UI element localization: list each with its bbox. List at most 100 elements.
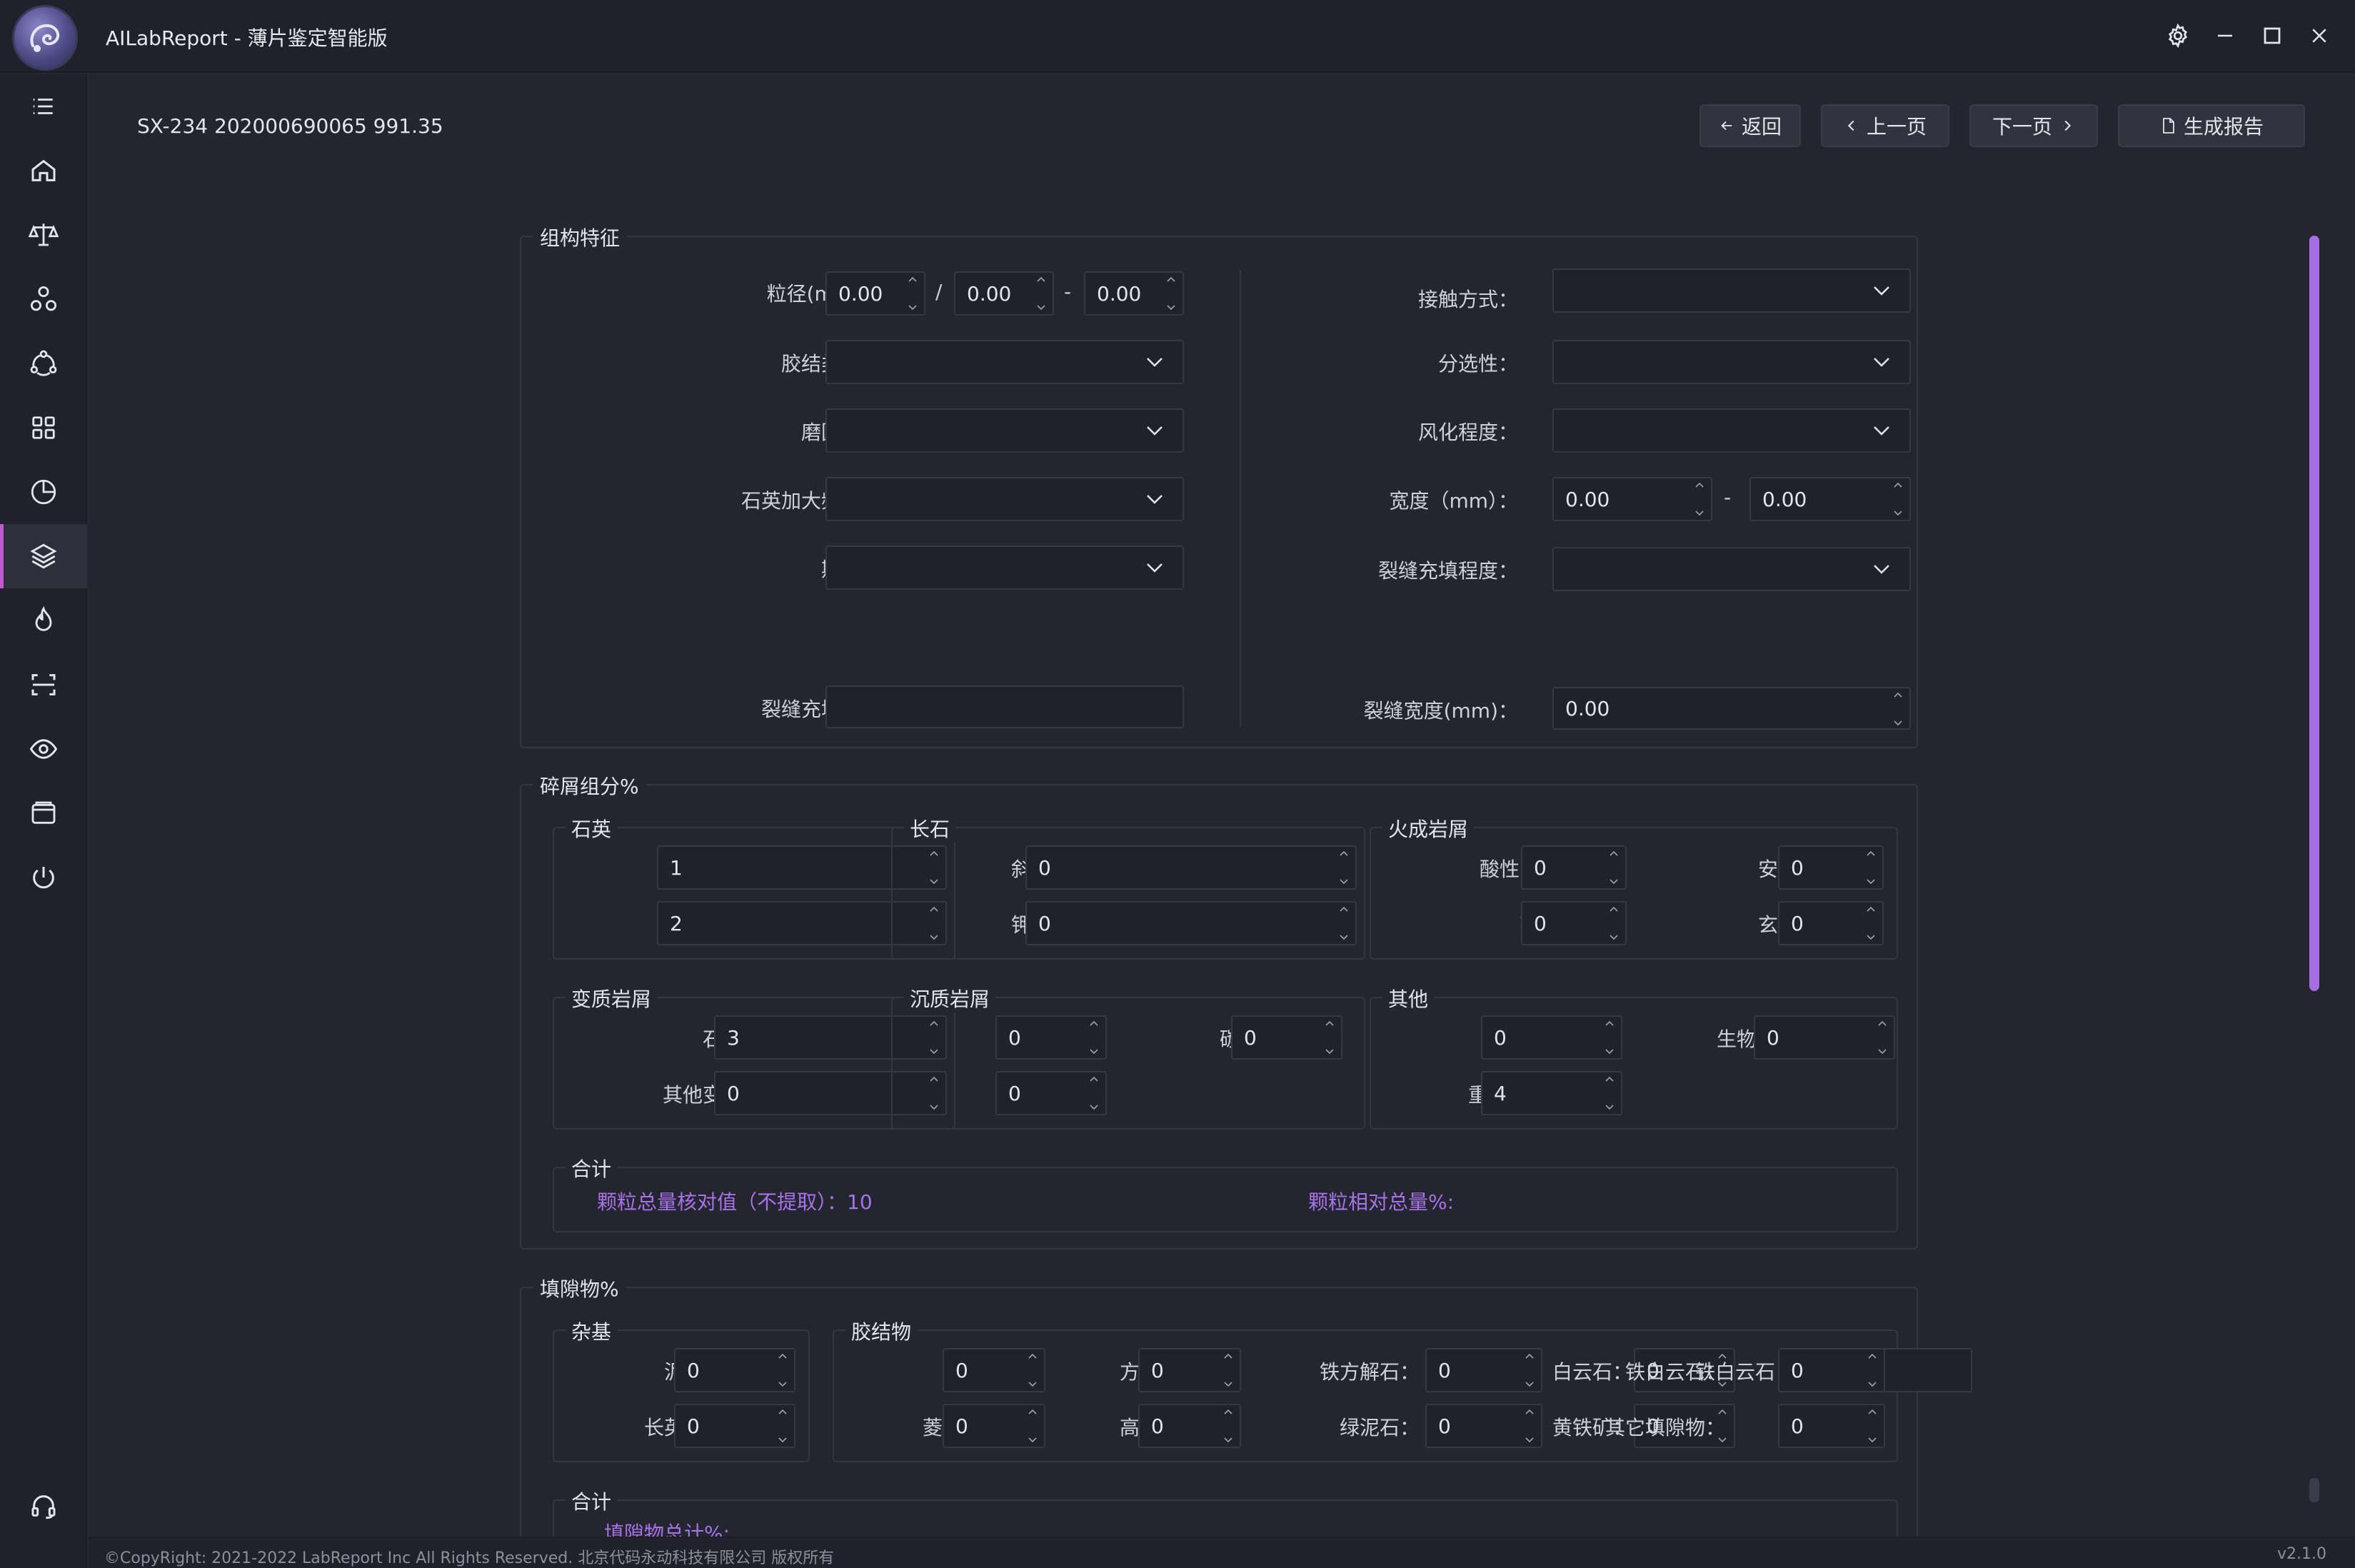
acidic-volcanic-input[interactable]: 0 xyxy=(1521,845,1627,890)
chevron-down-icon xyxy=(1147,495,1163,504)
stepper[interactable] xyxy=(1605,850,1622,885)
fracture-width-label: 裂缝宽度(mm)： xyxy=(1363,699,1518,723)
sedimentary-subgroup-title: 沉质岩屑 xyxy=(904,984,996,1012)
stepper[interactable] xyxy=(1605,905,1622,941)
kaolinite-input[interactable]: 0 xyxy=(1138,1404,1241,1448)
grain-size-max-input[interactable]: 0.00 xyxy=(1084,271,1184,316)
stepper[interactable] xyxy=(1163,276,1180,311)
heavy-mineral-input[interactable]: 4 xyxy=(1481,1071,1622,1115)
phase-select[interactable] xyxy=(825,546,1184,590)
stepper[interactable] xyxy=(1601,1075,1618,1111)
stepper[interactable] xyxy=(1033,276,1050,311)
stepper[interactable] xyxy=(1321,1020,1338,1055)
contact-mode-select[interactable] xyxy=(1552,268,1911,313)
headset-icon[interactable] xyxy=(0,1474,87,1538)
plagioclase-value: 0 xyxy=(1038,855,1051,880)
stepper[interactable] xyxy=(1862,905,1879,941)
felsic-input[interactable]: 0 xyxy=(674,1404,795,1448)
stepper[interactable] xyxy=(774,1352,791,1388)
folder-icon[interactable] xyxy=(0,781,87,845)
plagioclase-input[interactable]: 0 xyxy=(1025,845,1357,890)
stepper[interactable] xyxy=(1335,905,1352,941)
fracture-fill-degree-select[interactable] xyxy=(1552,547,1911,591)
sandstone-input[interactable]: 0 xyxy=(995,1071,1107,1115)
ankerite-value: 0 xyxy=(1791,1358,1804,1382)
stepper[interactable] xyxy=(904,276,921,311)
fracture-width-input[interactable]: 0.00 xyxy=(1552,687,1911,730)
quartzite-value: 3 xyxy=(727,1025,740,1050)
grain-size-mid-input[interactable]: 0.00 xyxy=(954,271,1054,316)
stepper[interactable] xyxy=(1864,1352,1881,1388)
stepper[interactable] xyxy=(1335,850,1352,885)
layers-icon[interactable] xyxy=(0,524,87,588)
basalt-input[interactable]: 0 xyxy=(1778,901,1884,945)
other-filler-value: 0 xyxy=(1791,1414,1804,1438)
andesite-input[interactable]: 0 xyxy=(1778,845,1884,890)
quartz-overgrowth-select[interactable] xyxy=(825,477,1184,521)
report-label: 生成报告 xyxy=(2183,115,2264,139)
eye-icon[interactable] xyxy=(0,717,87,781)
roundness-select[interactable] xyxy=(825,408,1184,453)
scrollbar-end[interactable] xyxy=(2309,1478,2319,1502)
stepper[interactable] xyxy=(1691,481,1708,517)
sorting-select[interactable] xyxy=(1552,340,1911,384)
grid-icon[interactable] xyxy=(0,396,87,460)
k-feldspar-input[interactable]: 0 xyxy=(1025,901,1357,945)
grain-size-min-input[interactable]: 0.00 xyxy=(825,271,925,316)
power-icon[interactable] xyxy=(0,845,87,910)
molecule-icon[interactable] xyxy=(0,267,87,331)
calcite-input[interactable]: 0 xyxy=(1138,1348,1241,1392)
other-filler-label: 其它填隙物： xyxy=(1605,1416,1725,1439)
granite-input[interactable]: 0 xyxy=(1521,901,1627,945)
scrollbar-thumb[interactable] xyxy=(2309,236,2319,991)
metamorphic-subgroup-title: 变质岩屑 xyxy=(566,984,658,1012)
chevron-down-icon xyxy=(1147,426,1163,436)
stepper[interactable] xyxy=(774,1408,791,1444)
chevron-down-icon xyxy=(1147,563,1163,573)
mica-input[interactable]: 0 xyxy=(1481,1015,1622,1060)
settings-icon[interactable] xyxy=(2161,19,2195,53)
width-max-input[interactable]: 0.00 xyxy=(1749,477,1911,521)
stepper[interactable] xyxy=(1085,1020,1103,1055)
main-content: SX-234 202000690065 991.35 返回 上一页 下一页 生成… xyxy=(89,74,2355,1568)
fill-title: 填隙物% xyxy=(533,1274,626,1302)
fracture-fill-degree-label: 裂缝充填程度： xyxy=(1377,559,1518,583)
carbonate-input[interactable]: 0 xyxy=(1231,1015,1342,1060)
other-filler-input[interactable]: 0 xyxy=(1778,1404,1885,1448)
stepper[interactable] xyxy=(1864,1408,1881,1444)
bioclast-input[interactable]: 0 xyxy=(1754,1015,1895,1060)
heavy-mineral-value: 4 xyxy=(1494,1081,1507,1105)
maximize-icon[interactable] xyxy=(2255,19,2289,53)
argillaceous-input[interactable]: 0 xyxy=(674,1348,795,1392)
prev-page-button[interactable]: 上一页 xyxy=(1821,104,1949,147)
home-icon[interactable] xyxy=(0,139,87,203)
weathering-select[interactable] xyxy=(1552,408,1911,453)
width-min-input[interactable]: 0.00 xyxy=(1552,477,1712,521)
document-icon xyxy=(2163,118,2174,134)
cycle-icon[interactable] xyxy=(0,331,87,396)
stepper[interactable] xyxy=(1889,691,1907,727)
flame-icon[interactable] xyxy=(0,588,87,653)
fracture-filling-input[interactable] xyxy=(825,685,1184,728)
ankerite-input[interactable]: 0 xyxy=(1778,1348,1885,1392)
pie-chart-icon[interactable] xyxy=(0,460,87,524)
menu-icon[interactable] xyxy=(0,74,87,139)
generate-report-button[interactable]: 生成报告 xyxy=(2118,104,2305,147)
close-icon[interactable] xyxy=(2302,19,2336,53)
cement-type-select[interactable] xyxy=(825,340,1184,384)
siderite-value: 0 xyxy=(955,1414,968,1438)
calcite-value: 0 xyxy=(1151,1358,1164,1382)
stepper[interactable] xyxy=(1862,850,1879,885)
stepper[interactable] xyxy=(1874,1020,1891,1055)
structure-title: 组构特征 xyxy=(533,223,628,251)
sidebar xyxy=(0,74,87,1568)
stepper[interactable] xyxy=(1889,481,1907,517)
back-button[interactable]: 返回 xyxy=(1699,104,1801,147)
stepper[interactable] xyxy=(1601,1020,1618,1055)
next-page-button[interactable]: 下一页 xyxy=(1969,104,2098,147)
balance-icon[interactable] xyxy=(0,203,87,267)
minimize-icon[interactable] xyxy=(2208,19,2242,53)
stepper[interactable] xyxy=(1085,1075,1103,1111)
scan-icon[interactable] xyxy=(0,653,87,717)
mudstone-input[interactable]: 0 xyxy=(995,1015,1107,1060)
